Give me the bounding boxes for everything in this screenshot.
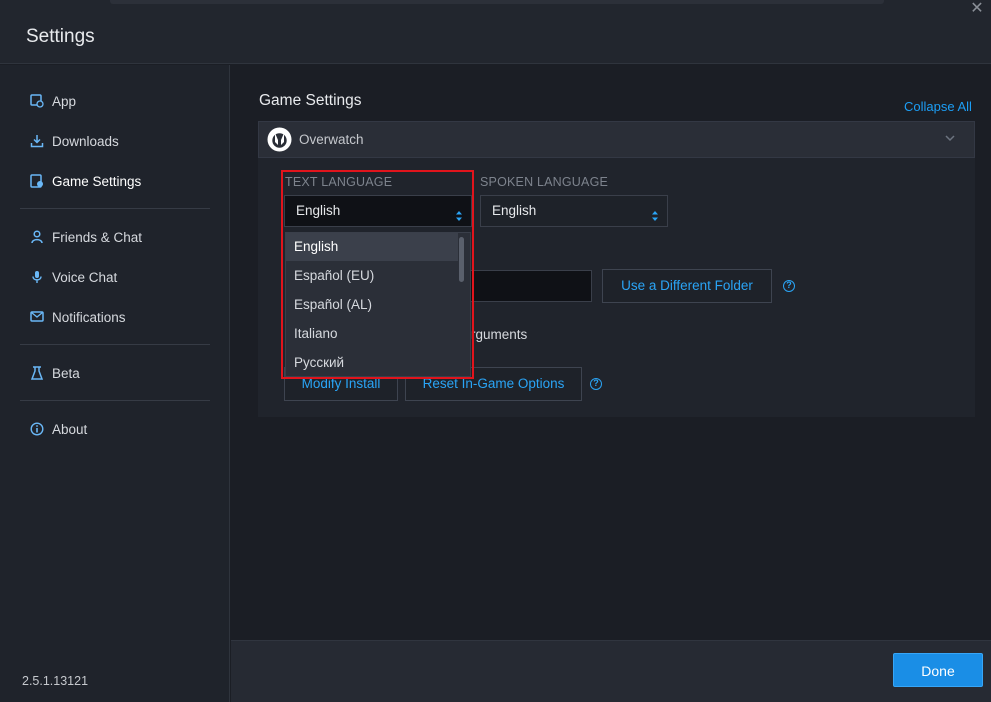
sidebar-item-label: Voice Chat (52, 269, 118, 285)
spoken-language-select[interactable]: English (480, 195, 668, 227)
sidebar-item-label: Beta (52, 365, 80, 381)
text-language-dropdown-list: English Español (EU) Español (AL) Italia… (285, 232, 471, 377)
chevron-down-icon[interactable] (944, 131, 956, 145)
language-option[interactable]: Italiano (286, 320, 458, 348)
sidebar-item-friends-chat[interactable]: Friends & Chat (30, 227, 142, 247)
use-different-folder-button[interactable]: Use a Different Folder (602, 269, 772, 303)
sidebar-divider (20, 400, 210, 401)
beta-flask-icon (30, 366, 44, 380)
sidebar-item-downloads[interactable]: Downloads (30, 131, 119, 151)
sidebar-item-notifications[interactable]: Notifications (30, 307, 126, 327)
dropdown-scrollbar[interactable] (459, 237, 464, 282)
language-option[interactable]: Español (AL) (286, 291, 458, 319)
text-language-label: TEXT LANGUAGE (285, 175, 393, 189)
version-label: 2.5.1.13121 (22, 674, 89, 688)
sidebar-item-game-settings[interactable]: Game Settings (30, 171, 141, 191)
select-arrows-icon (651, 204, 659, 221)
game-name: Overwatch (299, 132, 364, 147)
text-language-select[interactable]: English (284, 195, 472, 227)
command-line-arguments-label: rguments (471, 327, 528, 342)
text-language-value: English (296, 203, 341, 218)
download-icon (30, 134, 44, 148)
sidebar-item-label: About (52, 421, 88, 437)
title-bar (0, 0, 991, 64)
notifications-icon (30, 310, 44, 324)
done-button[interactable]: Done (893, 653, 983, 687)
game-section-header[interactable] (258, 121, 975, 158)
sidebar-item-label: Notifications (52, 309, 126, 325)
window-title: Settings (26, 26, 95, 47)
collapse-all-link[interactable]: Collapse All (904, 99, 972, 114)
microphone-icon (30, 270, 44, 284)
overwatch-logo-icon (266, 126, 293, 153)
sidebar-item-voice-chat[interactable]: Voice Chat (30, 267, 117, 287)
sidebar-divider (20, 344, 210, 345)
select-arrows-icon (455, 204, 463, 221)
sidebar-item-about[interactable]: About (30, 419, 87, 439)
language-option[interactable]: Русский (286, 349, 458, 377)
spoken-language-value: English (492, 203, 537, 218)
friends-icon (30, 230, 44, 244)
sidebar-item-label: App (52, 93, 77, 109)
spoken-language-label: SPOKEN LANGUAGE (480, 175, 609, 189)
sidebar-item-app[interactable]: App (30, 91, 76, 111)
sidebar-item-beta[interactable]: Beta (30, 363, 80, 383)
title-bar-strip (110, 0, 884, 4)
help-icon[interactable]: ? (783, 280, 795, 292)
footer-bar (231, 640, 991, 702)
sidebar-item-label: Friends & Chat (52, 229, 143, 245)
sidebar-item-label: Game Settings (52, 173, 142, 189)
sidebar (0, 65, 230, 702)
sidebar-item-label: Downloads (52, 133, 119, 149)
app-icon (30, 94, 44, 108)
sidebar-divider (20, 208, 210, 209)
language-option[interactable]: English (286, 233, 458, 261)
game-settings-icon (30, 174, 44, 188)
page-title: Game Settings (259, 92, 362, 109)
help-icon[interactable]: ? (590, 378, 602, 390)
language-option[interactable]: Español (EU) (286, 262, 458, 290)
info-icon (30, 422, 44, 436)
close-button[interactable]: ✕ (966, 0, 988, 18)
